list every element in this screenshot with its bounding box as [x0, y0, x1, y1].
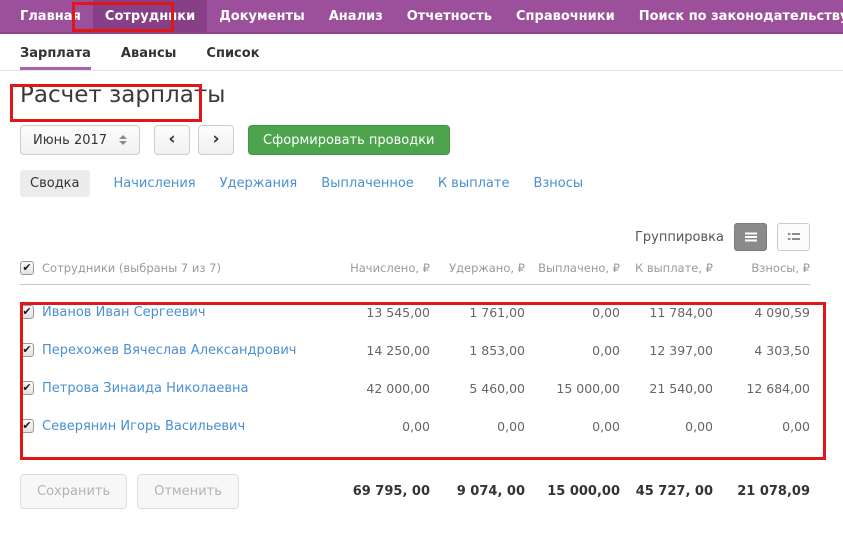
bulleted-list-icon — [787, 233, 800, 240]
page-title: Расчет зарплаты — [20, 82, 226, 108]
employee-link[interactable]: Петрова Зинаида Николаевна — [42, 381, 249, 396]
total-accrued: 69 795, 00 — [352, 484, 430, 499]
cell-accrued: 42 000,00 — [366, 380, 430, 396]
column-header-contributions: Взносы, ₽ — [751, 260, 810, 275]
sub-navigation: Зарплата Авансы Список — [0, 34, 843, 71]
tab-summary[interactable]: Сводка — [20, 170, 90, 197]
column-header-accrued: Начислено, ₽ — [350, 260, 430, 275]
select-all-checkbox[interactable] — [20, 260, 34, 275]
tab-paid[interactable]: Выплаченное — [321, 176, 414, 191]
employee-link[interactable]: Иванов Иван Сергеевич — [42, 305, 206, 320]
nav-item-law-search[interactable]: Поиск по законодательству — [627, 0, 843, 32]
tab-contributions[interactable]: Взносы — [533, 176, 583, 191]
subnav-item-list[interactable]: Список — [206, 46, 259, 70]
cancel-button[interactable]: Отменить — [137, 474, 239, 509]
row-checkbox[interactable] — [20, 381, 34, 395]
nav-item-directories[interactable]: Справочники — [504, 0, 627, 32]
table-body: Иванов Иван Сергеевич 13 545,00 1 761,00… — [20, 285, 810, 445]
total-contributions: 21 078,09 — [737, 484, 810, 499]
cell-to-pay: 12 397,00 — [649, 342, 713, 358]
row-checkbox[interactable] — [20, 305, 34, 319]
total-to-pay: 45 727, 00 — [635, 484, 713, 499]
generate-postings-button[interactable]: Сформировать проводки — [248, 125, 450, 155]
subnav-item-advances[interactable]: Авансы — [121, 46, 177, 70]
cell-contributions: 4 303,50 — [754, 342, 810, 358]
cell-paid: 15 000,00 — [556, 380, 620, 396]
cell-contributions: 0,00 — [782, 418, 810, 434]
row-checkbox[interactable] — [20, 343, 34, 357]
nav-item-documents[interactable]: Документы — [207, 0, 317, 32]
chevron-left-icon: ‹ — [168, 129, 176, 149]
top-navigation: Главная Сотрудники Документы Анализ Отче… — [0, 0, 843, 34]
period-label: Июнь 2017 — [33, 132, 108, 148]
chevron-right-icon: › — [212, 129, 220, 149]
cell-contributions: 4 090,59 — [754, 304, 810, 320]
prev-month-button[interactable]: ‹ — [154, 125, 191, 155]
footer: Сохранить Отменить 69 795, 00 9 074, 00 … — [20, 457, 810, 509]
list-icon — [744, 232, 757, 242]
row-checkbox[interactable] — [20, 419, 34, 433]
nav-item-home[interactable]: Главная — [8, 0, 93, 32]
table-row: Иванов Иван Сергеевич 13 545,00 1 761,00… — [20, 293, 810, 331]
table-row: Северянин Игорь Васильевич 0,00 0,00 0,0… — [20, 407, 810, 445]
cell-contributions: 12 684,00 — [746, 380, 810, 396]
employee-link[interactable]: Северянин Игорь Васильевич — [42, 419, 245, 434]
group-list-view-button[interactable] — [734, 223, 767, 251]
nav-item-employees[interactable]: Сотрудники — [92, 0, 208, 32]
cell-to-pay: 21 540,00 — [649, 380, 713, 396]
total-withheld: 9 074, 00 — [456, 484, 525, 499]
payroll-page: Главная Сотрудники Документы Анализ Отче… — [0, 0, 843, 543]
column-header-to-pay: К выплате, ₽ — [635, 260, 713, 275]
cell-accrued: 13 545,00 — [366, 304, 430, 320]
spinner-icon — [119, 135, 128, 145]
tab-accruals[interactable]: Начисления — [114, 176, 196, 191]
cell-accrued: 0,00 — [402, 418, 430, 434]
cell-paid: 0,00 — [592, 304, 620, 320]
tab-to-pay[interactable]: К выплате — [438, 176, 510, 191]
cell-withheld: 1 761,00 — [469, 304, 525, 320]
cell-withheld: 5 460,00 — [469, 380, 525, 396]
table-row: Перехожев Вячеслав Александрович 14 250,… — [20, 331, 810, 369]
select-all-label: Сотрудники (выбраны 7 из 7) — [42, 260, 221, 275]
cell-withheld: 0,00 — [497, 418, 525, 434]
subnav-item-salary[interactable]: Зарплата — [20, 46, 91, 70]
tabs: Сводка Начисления Удержания Выплаченное … — [20, 170, 843, 197]
tab-deductions[interactable]: Удержания — [220, 176, 298, 191]
cell-paid: 0,00 — [592, 342, 620, 358]
nav-item-analysis[interactable]: Анализ — [317, 0, 395, 32]
nav-item-reporting[interactable]: Отчетность — [395, 0, 504, 32]
column-header-withheld: Удержано, ₽ — [449, 260, 525, 275]
table-header-row: Сотрудники (выбраны 7 из 7) Начислено, ₽… — [20, 251, 810, 285]
column-header-paid: Выплачено, ₽ — [538, 260, 620, 275]
table-row: Петрова Зинаида Николаевна 42 000,00 5 4… — [20, 369, 810, 407]
grouping-label: Группировка — [634, 229, 724, 245]
toolbar: Июнь 2017 ‹ › Сформировать проводки — [20, 125, 843, 155]
next-month-button[interactable]: › — [198, 125, 235, 155]
cell-paid: 0,00 — [592, 418, 620, 434]
cell-to-pay: 11 784,00 — [649, 304, 713, 320]
cell-accrued: 14 250,00 — [366, 342, 430, 358]
save-button[interactable]: Сохранить — [20, 474, 128, 509]
grouping-controls: Группировка — [20, 223, 810, 251]
group-bulleted-view-button[interactable] — [777, 223, 810, 251]
cell-to-pay: 0,00 — [685, 418, 713, 434]
period-selector[interactable]: Июнь 2017 — [20, 125, 141, 155]
employee-link[interactable]: Перехожев Вячеслав Александрович — [42, 343, 296, 358]
total-paid: 15 000,00 — [547, 484, 620, 499]
salary-table: Группировка Сотрудники (выбраны 7 из 7) — [0, 223, 843, 445]
cell-withheld: 1 853,00 — [469, 342, 525, 358]
